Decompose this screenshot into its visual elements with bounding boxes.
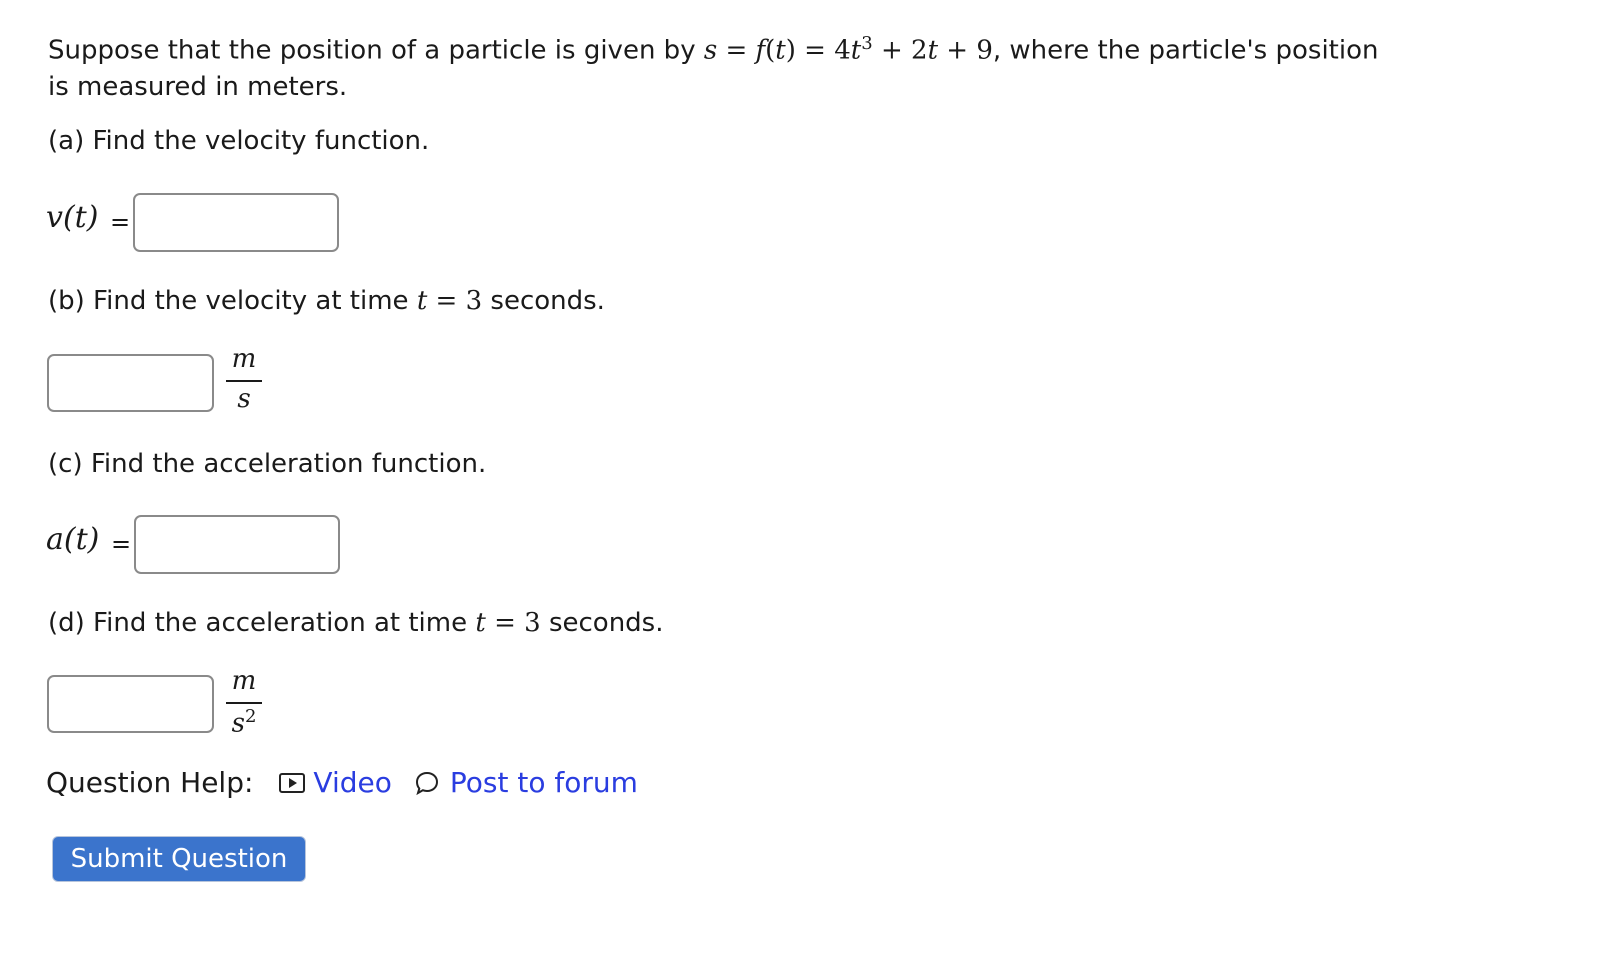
formula-t-cubed: t xyxy=(850,35,862,66)
part-b-prefix: (b) Find the velocity at time xyxy=(48,286,417,316)
part-c-label: (c) Find the acceleration function. xyxy=(48,449,487,479)
formula-term2-var: t xyxy=(927,35,939,66)
part-b-label: (b) Find the velocity at time t = 3 seco… xyxy=(48,286,605,316)
formula-exponent: 3 xyxy=(861,33,873,54)
unit-denominator: s xyxy=(226,384,262,414)
acceleration-at-time-input[interactable] xyxy=(47,675,214,733)
fraction-bar xyxy=(226,702,262,704)
formula-plus-1: + xyxy=(872,35,912,66)
unit-den-exponent: 2 xyxy=(244,706,257,727)
unit-denominator: s2 xyxy=(226,706,262,739)
part-b-time: 3 xyxy=(465,286,483,316)
unit-numerator: m xyxy=(231,666,257,696)
equals-sign: = xyxy=(111,530,132,558)
part-d-suffix: seconds. xyxy=(540,608,664,638)
lhs-func-a: a xyxy=(46,522,64,557)
post-to-forum-link[interactable]: Post to forum xyxy=(450,766,638,799)
formula-const: 9 xyxy=(976,35,993,66)
intro-text: Suppose that the position of a particle … xyxy=(48,35,704,66)
formula-equals-2: = xyxy=(795,35,835,66)
lhs-func-v: v xyxy=(46,200,63,235)
problem-line-1: Suppose that the position of a particle … xyxy=(48,26,1378,69)
acceleration-function-input[interactable] xyxy=(134,515,340,574)
unit-den-var: s xyxy=(231,708,245,739)
problem-statement: Suppose that the position of a particle … xyxy=(48,26,1378,105)
problem-line-2: is measured in meters. xyxy=(48,71,348,102)
intro-text-after: , where the particle's position xyxy=(992,35,1379,66)
unit-den-var: s xyxy=(237,384,251,414)
video-icon[interactable] xyxy=(279,772,306,793)
part-d-label: (d) Find the acceleration at time t = 3 … xyxy=(48,608,664,638)
formula-coef: 4 xyxy=(834,35,851,66)
lhs-arg: (t) xyxy=(63,522,100,557)
velocity-at-time-input[interactable] xyxy=(47,354,214,412)
unit-numerator: m xyxy=(231,344,257,374)
acceleration-function-label: a(t) xyxy=(46,522,99,557)
fraction-bar xyxy=(226,380,262,382)
formula-f: f xyxy=(755,35,766,66)
question-help: Question Help: Video Post to forum xyxy=(46,766,638,799)
part-a-label: (a) Find the velocity function. xyxy=(48,126,430,156)
part-d-prefix: (d) Find the acceleration at time xyxy=(48,608,476,638)
velocity-function-label: v(t) xyxy=(46,200,98,235)
question-help-label: Question Help: xyxy=(46,766,254,799)
equals-sign: = xyxy=(110,208,131,236)
part-d-var: t xyxy=(475,608,486,638)
formula-equals-1: = xyxy=(717,35,756,66)
formula-term2-coef: 2 xyxy=(911,35,928,66)
formula-t: t xyxy=(775,35,786,66)
part-b-equals: = xyxy=(427,286,466,316)
part-d-equals: = xyxy=(485,608,525,638)
formula-s: s xyxy=(703,35,718,66)
formula-lparen: ( xyxy=(765,35,776,66)
velocity-function-input[interactable] xyxy=(133,193,339,252)
part-b-suffix: seconds. xyxy=(482,286,605,316)
part-b-var: t xyxy=(416,286,428,316)
submit-question-button[interactable]: Submit Question xyxy=(52,836,306,882)
lhs-arg: (t) xyxy=(62,200,99,235)
part-d-time: 3 xyxy=(524,608,541,638)
video-link[interactable]: Video xyxy=(313,766,391,799)
speech-bubble-icon[interactable] xyxy=(414,770,440,796)
formula-rparen: ) xyxy=(785,35,796,66)
formula-plus-2: + xyxy=(938,35,977,66)
